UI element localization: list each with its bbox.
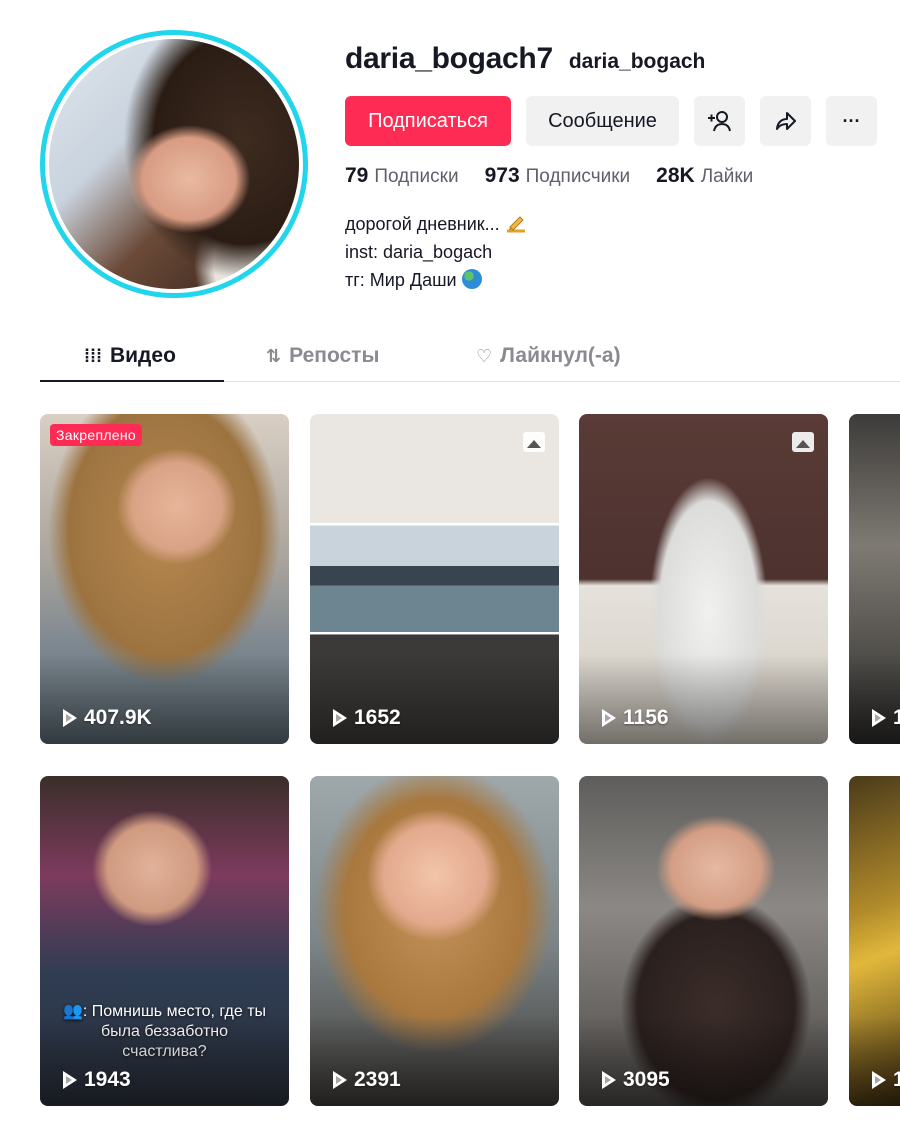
view-count-value: 1652 (354, 706, 401, 729)
profile-tabs: ⁞⁞⁞ Видео ⇅ Репосты ♡ Лайкнул(-а) (40, 330, 900, 382)
play-icon (62, 709, 78, 727)
view-count-value: 1943 (84, 1068, 131, 1091)
globe-icon (461, 269, 482, 289)
view-count: 1 (871, 1068, 900, 1092)
video-card[interactable]: 2391 (310, 776, 559, 1106)
view-count-value: 1 (893, 1068, 900, 1091)
username: daria_bogach7 (345, 42, 553, 75)
view-count: 1 (871, 706, 900, 730)
play-icon (332, 709, 348, 727)
card-shade (849, 1016, 900, 1106)
add-friend-button[interactable] (694, 96, 745, 146)
card-shade (310, 1016, 559, 1106)
view-count-value: 407.9K (84, 706, 152, 729)
card-shade (579, 654, 828, 744)
view-count-value: 1156 (623, 706, 669, 729)
writing-hand-icon (505, 213, 529, 233)
view-count-value: 1 (893, 706, 900, 729)
followers-label: Подписчики (525, 166, 631, 187)
more-icon: ··· (842, 110, 861, 131)
card-shade (310, 654, 559, 744)
profile-stats: 79 Подписки 973 Подписчики 28K Лайки (345, 164, 753, 188)
video-card[interactable]: 1 (849, 776, 900, 1106)
avatar[interactable] (40, 30, 308, 298)
followers-count: 973 (484, 164, 520, 187)
tab-videos[interactable]: ⁞⁞⁞ Видео (84, 330, 176, 382)
video-card[interactable]: 1 (849, 414, 900, 744)
view-count-value: 2391 (354, 1068, 401, 1091)
avatar-image (49, 39, 299, 289)
profile-title: daria_bogach7 daria_bogach (345, 42, 705, 76)
photo-icon (523, 432, 545, 452)
tab-reposts[interactable]: ⇅ Репосты (266, 330, 379, 382)
bio-line-2: inst: daria_bogach (345, 242, 493, 262)
bio-line: тг: Мир Даши (345, 266, 529, 294)
view-count: 1652 (332, 706, 401, 730)
view-count: 407.9K (62, 706, 152, 730)
play-icon (601, 1071, 617, 1089)
message-button[interactable]: Сообщение (526, 96, 679, 146)
more-options-button[interactable]: ··· (826, 96, 877, 146)
play-icon (871, 1071, 887, 1089)
card-shade (40, 1016, 289, 1106)
share-button[interactable] (760, 96, 811, 146)
video-card[interactable]: Закреплено 407.9K (40, 414, 289, 744)
bio-line-1: дорогой дневник... (345, 214, 500, 234)
video-card[interactable]: 1652 (310, 414, 559, 744)
following-count: 79 (345, 164, 369, 187)
repost-icon: ⇅ (266, 345, 282, 366)
tab-videos-label: Видео (109, 344, 176, 367)
tab-liked-label: Лайкнул(-а) (500, 344, 621, 367)
likes-stat: 28K Лайки (656, 164, 753, 188)
tab-liked[interactable]: ♡ Лайкнул(-а) (476, 330, 621, 382)
view-count: 1156 (601, 706, 669, 730)
video-card[interactable]: 3095 (579, 776, 828, 1106)
share-icon (775, 112, 796, 130)
following-stat[interactable]: 79 Подписки (345, 164, 459, 188)
view-count: 1943 (62, 1068, 131, 1092)
add-user-icon (707, 111, 731, 132)
video-card[interactable]: 👥: Помнишь место, где ты была беззаботно… (40, 776, 289, 1106)
liked-heart-icon: ♡ (476, 345, 493, 366)
likes-label: Лайки (700, 166, 754, 187)
play-icon (871, 709, 887, 727)
following-label: Подписки (374, 166, 459, 187)
active-tab-indicator (40, 380, 224, 382)
view-count: 3095 (601, 1068, 670, 1092)
card-shade (579, 1016, 828, 1106)
video-card[interactable]: 1156 (579, 414, 828, 744)
view-count: 2391 (332, 1068, 401, 1092)
bio-line: дорогой дневник... (345, 210, 529, 238)
nickname: daria_bogach (568, 50, 706, 73)
likes-count: 28K (656, 164, 695, 187)
play-icon (62, 1071, 78, 1089)
tab-reposts-label: Репосты (289, 344, 380, 367)
view-count-value: 3095 (623, 1068, 670, 1091)
follow-button[interactable]: Подписаться (345, 96, 511, 146)
play-icon (332, 1071, 348, 1089)
profile-bio: дорогой дневник... inst: daria_bogach тг… (345, 210, 529, 294)
pinned-badge: Закреплено (50, 424, 142, 446)
card-shade (849, 654, 900, 744)
photo-icon (792, 432, 814, 452)
profile-actions: Подписаться Сообщение ··· (345, 96, 877, 146)
followers-stat[interactable]: 973 Подписчики (485, 164, 631, 188)
card-shade (40, 654, 289, 744)
grid-icon: ⁞⁞⁞ (84, 345, 102, 366)
play-icon (601, 709, 617, 727)
bio-line-3: тг: Мир Даши (345, 270, 457, 290)
